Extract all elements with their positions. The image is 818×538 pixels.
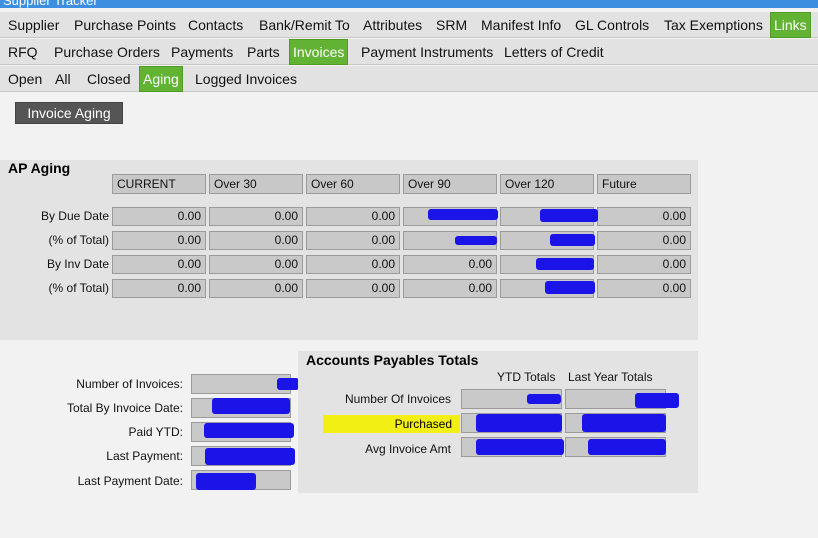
col-last-year-totals: Last Year Totals [568, 370, 653, 384]
tab-links[interactable]: Links [770, 12, 811, 38]
redaction-mark [196, 473, 256, 490]
row-label-by-due-date: By Due Date [40, 209, 109, 223]
label-number-of-invoices: Number of Invoices: [76, 377, 183, 391]
cell-due-current: 0.00 [112, 207, 206, 226]
label-total-by-invoice-date: Total By Invoice Date: [66, 401, 183, 415]
col-ytd-totals: YTD Totals [497, 370, 556, 384]
cell-inv-pct-over-90: 0.00 [403, 279, 497, 298]
redaction-mark [428, 209, 498, 220]
row-label-due-pct: (% of Total) [48, 233, 109, 247]
redaction-mark [476, 439, 564, 455]
redaction-mark [205, 448, 295, 465]
col-over-120: Over 120 [500, 174, 594, 194]
cell-inv-current: 0.00 [112, 255, 206, 274]
col-current: CURRENT [112, 174, 206, 194]
tab-row-main: Supplier Purchase Points Contacts Bank/R… [0, 12, 818, 38]
cell-due-future: 0.00 [597, 207, 691, 226]
label-last-payment: Last Payment: [106, 449, 183, 463]
tab-parts[interactable]: Parts [244, 41, 283, 64]
redaction-mark [212, 398, 290, 414]
cell-inv-over-60: 0.00 [306, 255, 400, 274]
ap-totals-title: Accounts Payables Totals [306, 352, 479, 368]
cell-inv-over-30: 0.00 [209, 255, 303, 274]
tab-aging[interactable]: Aging [139, 66, 183, 92]
col-over-60: Over 60 [306, 174, 400, 194]
redaction-mark [635, 393, 679, 408]
cell-due-pct-current: 0.00 [112, 231, 206, 250]
cell-due-over-60: 0.00 [306, 207, 400, 226]
redaction-mark [582, 414, 666, 432]
redaction-mark [536, 258, 594, 270]
label-last-payment-date: Last Payment Date: [77, 474, 183, 488]
invoice-aging-button[interactable]: Invoice Aging [15, 102, 123, 124]
redaction-mark [204, 423, 294, 438]
tab-tax-exemptions[interactable]: Tax Exemptions [661, 14, 766, 37]
cell-inv-pct-current: 0.00 [112, 279, 206, 298]
col-over-90: Over 90 [403, 174, 497, 194]
tab-attributes[interactable]: Attributes [360, 14, 425, 37]
cell-due-pct-future: 0.00 [597, 231, 691, 250]
redaction-mark [550, 234, 595, 246]
field-number-of-invoices [191, 374, 291, 394]
ap-aging-title: AP Aging [8, 160, 71, 176]
redaction-mark [540, 209, 598, 222]
cell-inv-future: 0.00 [597, 255, 691, 274]
tab-payments[interactable]: Payments [168, 41, 236, 64]
cell-due-over-30: 0.00 [209, 207, 303, 226]
tab-all[interactable]: All [52, 68, 74, 91]
tab-purchase-points[interactable]: Purchase Points [71, 14, 179, 37]
tab-row-invoices: Open All Closed Aging Logged Invoices [0, 66, 818, 92]
cell-inv-over-90: 0.00 [403, 255, 497, 274]
cell-inv-pct-over-30: 0.00 [209, 279, 303, 298]
redaction-mark [527, 394, 561, 404]
tab-bank-remit-to[interactable]: Bank/Remit To [256, 14, 353, 37]
title-bar: Supplier Tracker [0, 0, 818, 8]
redaction-mark [588, 439, 666, 455]
col-over-30: Over 30 [209, 174, 303, 194]
tab-supplier[interactable]: Supplier [5, 14, 62, 37]
label-paid-ytd: Paid YTD: [128, 425, 183, 439]
label-avg-invoice-amt: Avg Invoice Amt [365, 442, 451, 456]
tab-gl-controls[interactable]: GL Controls [572, 14, 652, 37]
tab-purchase-orders[interactable]: Purchase Orders [51, 41, 163, 64]
cell-due-pct-over-60: 0.00 [306, 231, 400, 250]
cell-inv-pct-future: 0.00 [597, 279, 691, 298]
row-label-inv-pct: (% of Total) [48, 281, 109, 295]
redaction-mark [476, 414, 562, 432]
tab-payment-instruments[interactable]: Payment Instruments [358, 41, 496, 64]
tab-row-sub: RFQ Purchase Orders Payments Parts Invoi… [0, 39, 818, 65]
label-purchased: Purchased [323, 415, 460, 433]
tab-logged-invoices[interactable]: Logged Invoices [192, 68, 300, 91]
tab-letters-of-credit[interactable]: Letters of Credit [501, 41, 607, 64]
redaction-mark [277, 378, 299, 390]
window-title: Supplier Tracker [3, 0, 98, 8]
tab-closed[interactable]: Closed [84, 68, 134, 91]
cell-inv-pct-over-60: 0.00 [306, 279, 400, 298]
tab-invoices[interactable]: Invoices [289, 39, 349, 65]
redaction-mark [455, 236, 497, 245]
tab-manifest-info[interactable]: Manifest Info [478, 14, 564, 37]
row-label-by-inv-date: By Inv Date [46, 257, 109, 271]
redaction-mark [545, 281, 595, 294]
cell-due-pct-over-30: 0.00 [209, 231, 303, 250]
col-future: Future [597, 174, 691, 194]
label-number-of-invoices-totals: Number Of Invoices [344, 392, 451, 406]
tab-rfq[interactable]: RFQ [5, 41, 41, 64]
tab-srm[interactable]: SRM [433, 14, 470, 37]
tab-contacts[interactable]: Contacts [185, 14, 246, 37]
tab-open[interactable]: Open [5, 68, 45, 91]
